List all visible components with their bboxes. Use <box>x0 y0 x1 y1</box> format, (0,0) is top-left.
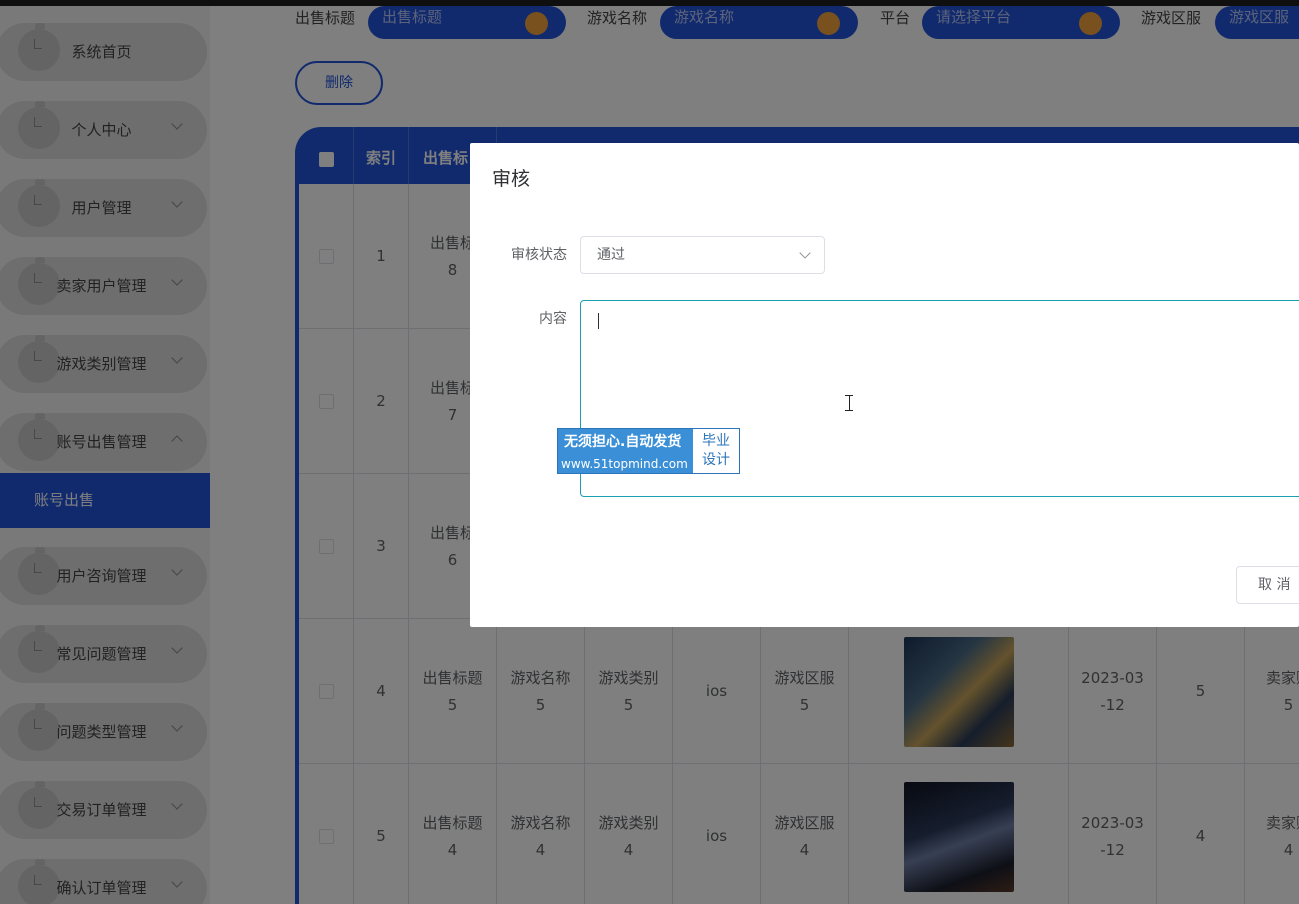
review-status-value: 通过 <box>597 247 625 263</box>
dialog-title: 审核 <box>492 168 531 190</box>
status-label: 审核状态 <box>511 247 567 263</box>
content-label: 内容 <box>539 311 567 327</box>
review-status-select[interactable]: 通过 <box>580 236 825 274</box>
watermark-line1: 无须担心.自动发货 <box>564 434 682 450</box>
text-cursor-icon <box>845 395 853 411</box>
review-dialog: 审核 审核状态 通过 内容 取 消 <box>470 143 1299 627</box>
cancel-button[interactable]: 取 消 <box>1236 566 1299 604</box>
watermark-right: 毕业 设计 <box>693 429 739 473</box>
text-caret <box>598 313 599 329</box>
watermark-right1: 毕业 <box>702 433 730 449</box>
watermark-right2: 设计 <box>702 452 730 468</box>
watermark-line2: www.51topmind.com <box>561 457 688 471</box>
watermark-badge: 无须担心.自动发货 www.51topmind.com 毕业 设计 <box>557 428 740 474</box>
chevron-down-icon <box>799 247 811 259</box>
